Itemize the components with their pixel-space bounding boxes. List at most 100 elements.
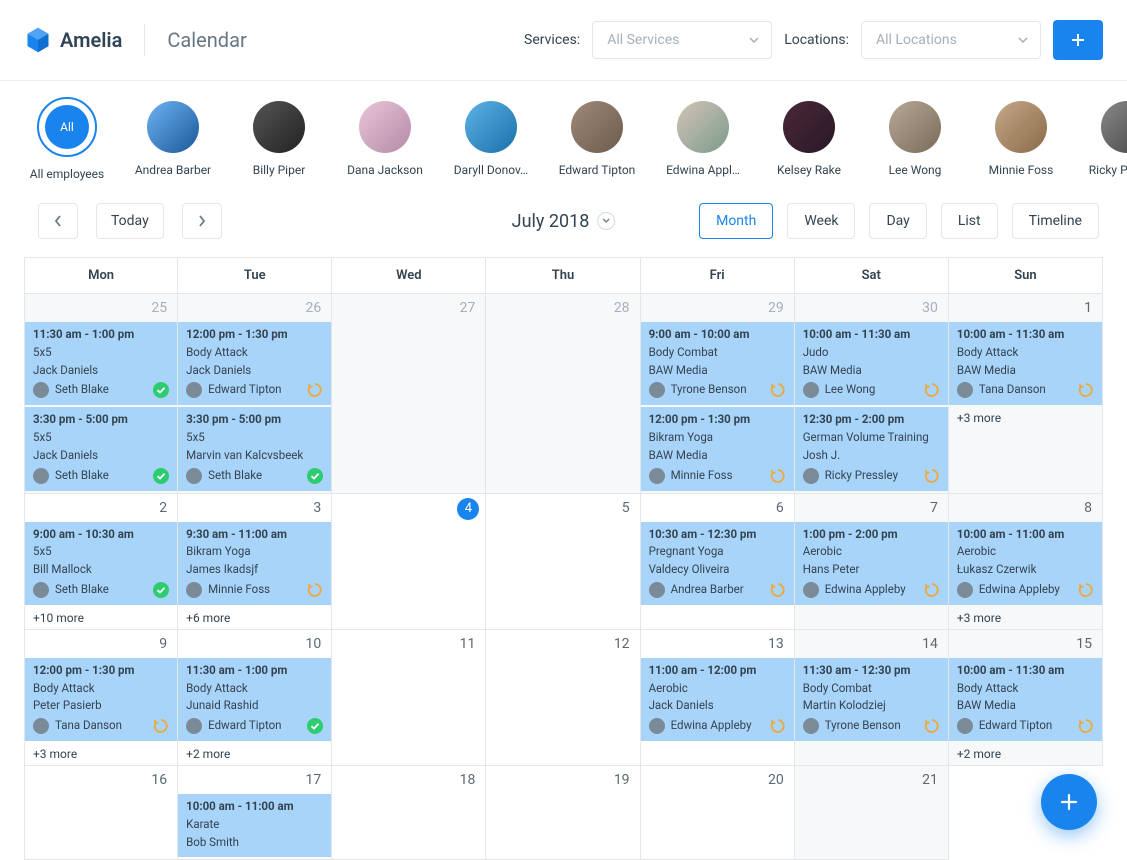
event-assignee-row: Tyrone Benson <box>649 381 786 399</box>
plus-icon <box>1059 792 1079 812</box>
employee-minnie-foss[interactable]: Minnie Foss <box>982 101 1060 181</box>
more-events-link[interactable]: +2 more <box>178 743 331 765</box>
employee-billy-piper[interactable]: Billy Piper <box>240 101 318 181</box>
calendar-day-cell[interactable]: 2612:00 pm - 1:30 pmBody AttackJack Dani… <box>178 294 332 494</box>
employee-all-avatar: All <box>45 105 89 149</box>
calendar-event[interactable]: 10:00 am - 11:30 amBody AttackBAW MediaE… <box>949 658 1102 741</box>
calendar-day-cell[interactable]: 27 <box>332 294 486 494</box>
calendar-day-cell[interactable]: 110:00 am - 11:30 amBody AttackBAW Media… <box>949 294 1103 494</box>
calendar-day-cell[interactable]: 912:00 pm - 1:30 pmBody AttackPeter Pasi… <box>24 630 178 766</box>
more-events-link[interactable]: +6 more <box>178 607 331 629</box>
date-number: 19 <box>614 772 630 788</box>
calendar-day-cell[interactable]: 11 <box>332 630 486 766</box>
avatar <box>957 582 973 598</box>
calendar-event[interactable]: 11:30 am - 1:00 pm5x5Jack DanielsSeth Bl… <box>25 322 177 405</box>
calendar-day-cell[interactable]: 1510:00 am - 11:30 amBody AttackBAW Medi… <box>949 630 1103 766</box>
services-select[interactable]: All Services <box>592 21 772 59</box>
calendar-event[interactable]: 10:00 am - 11:30 amBody AttackBAW MediaT… <box>949 322 1102 405</box>
calendar-event[interactable]: 11:30 am - 12:30 pmBody CombatMartin Kol… <box>795 658 948 741</box>
calendar-event[interactable]: 9:00 am - 10:30 am5x5Bill MallockSeth Bl… <box>25 522 177 605</box>
more-events-link[interactable]: +3 more <box>25 743 177 765</box>
view-day-button[interactable]: Day <box>869 203 926 239</box>
event-service: Body Combat <box>803 680 940 698</box>
view-list-button[interactable]: List <box>941 203 998 239</box>
calendar-day-cell[interactable]: 1011:30 am - 1:00 pmBody AttackJunaid Ra… <box>178 630 332 766</box>
avatar <box>957 718 973 734</box>
event-assignee-row: Lee Wong <box>803 381 940 399</box>
status-pending-icon <box>1078 718 1094 734</box>
calendar-day-cell[interactable]: 4 <box>332 494 486 630</box>
employee-edward-tipton[interactable]: Edward Tipton <box>558 101 636 181</box>
event-service: Body Attack <box>186 344 323 362</box>
calendar-day-cell[interactable]: 29:00 am - 10:30 am5x5Bill MallockSeth B… <box>24 494 178 630</box>
calendar-event[interactable]: 3:30 pm - 5:00 pm5x5Jack DanielsSeth Bla… <box>25 407 177 490</box>
calendar-title-group[interactable]: July 2018 <box>512 211 616 232</box>
employee-name: Dana Jackson <box>347 163 423 177</box>
calendar-day-cell[interactable]: 19 <box>486 766 640 860</box>
employee-andrea-barber[interactable]: Andrea Barber <box>134 101 212 181</box>
avatar <box>253 101 305 153</box>
amelia-logo-icon <box>24 26 52 54</box>
calendar-event[interactable]: 12:00 pm - 1:30 pmBikram YogaBAW MediaMi… <box>641 407 794 490</box>
more-events-link[interactable]: +3 more <box>949 607 1102 629</box>
calendar-event[interactable]: 11:30 am - 1:00 pmBody AttackJunaid Rash… <box>178 658 331 741</box>
more-events-link[interactable]: +3 more <box>949 407 1102 429</box>
employee-name: Edward Tipton <box>559 163 636 177</box>
employee-all[interactable]: All All employees <box>28 101 106 181</box>
calendar-event[interactable]: 12:00 pm - 1:30 pmBody AttackPeter Pasie… <box>25 658 177 741</box>
employee-lee-wong[interactable]: Lee Wong <box>876 101 954 181</box>
calendar-day-cell[interactable]: 25 11:30 am - 1:00 pm5x5Jack DanielsSeth … <box>24 294 178 494</box>
prev-button[interactable] <box>38 203 78 239</box>
calendar-day-cell[interactable]: 3010:00 am - 11:30 amJudoBAW MediaLee Wo… <box>795 294 949 494</box>
today-button[interactable]: Today <box>96 203 164 239</box>
calendar-event[interactable]: 10:00 am - 11:30 amJudoBAW MediaLee Wong <box>795 322 948 405</box>
calendar-event[interactable]: 9:00 am - 10:00 amBody CombatBAW MediaTy… <box>641 322 794 405</box>
calendar-day-cell[interactable]: 16 <box>24 766 178 860</box>
employee-dana-jackson[interactable]: Dana Jackson <box>346 101 424 181</box>
date-number: 16 <box>151 772 167 788</box>
calendar-event[interactable]: 11:00 am - 12:00 pmAerobicJack DanielsEd… <box>641 658 794 741</box>
date-number: 25 <box>151 300 167 316</box>
employee-edwina-appleby[interactable]: Edwina Appl… <box>664 101 742 181</box>
event-assignee-row: Edward Tipton <box>186 381 323 399</box>
calendar-day-cell[interactable]: 12 <box>486 630 640 766</box>
calendar-day-cell[interactable]: 1411:30 am - 12:30 pmBody CombatMartin K… <box>795 630 949 766</box>
calendar-event[interactable]: 10:00 am - 11:00 amAerobicŁukasz Czerwik… <box>949 522 1102 605</box>
date-number: 27 <box>460 300 476 316</box>
more-events-link[interactable]: +10 more <box>25 607 177 629</box>
employee-kelsey-rake[interactable]: Kelsey Rake <box>770 101 848 181</box>
employee-daryll-donovan[interactable]: Daryll Donov… <box>452 101 530 181</box>
calendar-day-cell[interactable]: 39:30 am - 11:00 amBikram YogaJames Ikad… <box>178 494 332 630</box>
employee-ricky-pressley[interactable]: Ricky Pressley <box>1088 101 1127 181</box>
calendar-event[interactable]: 10:00 am - 11:00 amKarateBob Smith <box>178 794 331 857</box>
add-button[interactable] <box>1053 20 1103 60</box>
calendar-day-cell[interactable]: 810:00 am - 11:00 amAerobicŁukasz Czerwi… <box>949 494 1103 630</box>
calendar-event[interactable]: 12:00 pm - 1:30 pmBody AttackJack Daniel… <box>178 322 331 405</box>
view-timeline-button[interactable]: Timeline <box>1012 203 1099 239</box>
next-button[interactable] <box>182 203 222 239</box>
event-assignee-name: Edward Tipton <box>979 717 1052 735</box>
fab-add-button[interactable] <box>1041 774 1097 830</box>
calendar-day-cell[interactable]: 20 <box>641 766 795 860</box>
calendar-event[interactable]: 12:30 pm - 2:00 pmGerman Volume Training… <box>795 407 948 490</box>
status-pending-icon <box>924 468 940 484</box>
calendar-day-cell[interactable]: 18 <box>332 766 486 860</box>
calendar-event[interactable]: 1:00 pm - 2:00 pmAerobicHans PeterEdwina… <box>795 522 948 605</box>
calendar-day-cell[interactable]: 1311:00 am - 12:00 pmAerobicJack Daniels… <box>641 630 795 766</box>
locations-select[interactable]: All Locations <box>861 21 1041 59</box>
employee-name: Andrea Barber <box>135 163 211 177</box>
locations-label: Locations: <box>784 32 849 48</box>
calendar-day-cell[interactable]: 610:30 am - 12:30 pmPregnant YogaValdecy… <box>641 494 795 630</box>
calendar-day-cell[interactable]: 299:00 am - 10:00 amBody CombatBAW Media… <box>641 294 795 494</box>
more-events-link[interactable]: +2 more <box>949 743 1102 765</box>
calendar-day-cell[interactable]: 71:00 pm - 2:00 pmAerobicHans PeterEdwin… <box>795 494 949 630</box>
calendar-day-cell[interactable]: 1710:00 am - 11:00 amKarateBob Smith <box>178 766 332 860</box>
view-month-button[interactable]: Month <box>699 203 773 239</box>
view-week-button[interactable]: Week <box>787 203 855 239</box>
calendar-day-cell[interactable]: 5 <box>486 494 640 630</box>
calendar-event[interactable]: 3:30 pm - 5:00 pm5x5Marvin van Kalcvsbee… <box>178 407 331 490</box>
calendar-event[interactable]: 9:30 am - 11:00 amBikram YogaJames Ikads… <box>178 522 331 605</box>
calendar-day-cell[interactable]: 21 <box>795 766 949 860</box>
calendar-event[interactable]: 10:30 am - 12:30 pmPregnant YogaValdecy … <box>641 522 794 605</box>
calendar-day-cell[interactable]: 28 <box>486 294 640 494</box>
